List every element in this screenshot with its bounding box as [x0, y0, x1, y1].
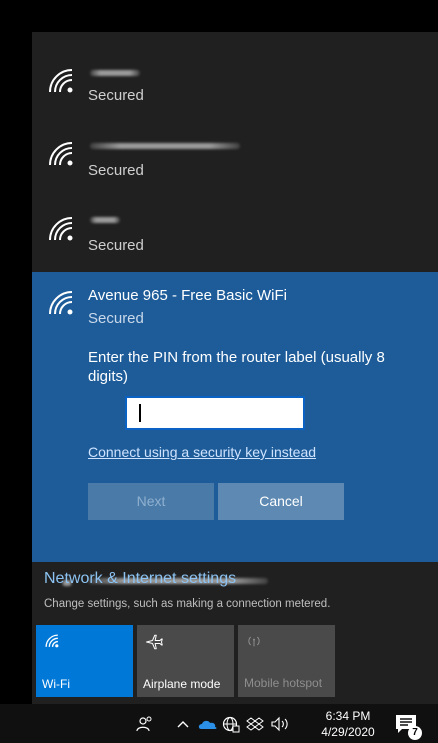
pin-input[interactable] [125, 396, 305, 430]
network-status: Secured [88, 162, 144, 179]
wifi-signal-icon [49, 291, 73, 315]
wifi-signal-icon [49, 69, 73, 93]
next-button[interactable]: Next [88, 483, 214, 520]
network-flyout: Secured Secured Secured Avenue 965 - Fre… [32, 32, 438, 704]
wifi-icon [45, 634, 59, 648]
volume-icon[interactable] [270, 715, 292, 733]
network-name: Avenue 965 - Free Basic WiFi [88, 287, 287, 304]
hotspot-icon [248, 636, 260, 647]
network-status: Secured [88, 310, 144, 327]
network-globe-icon[interactable] [222, 715, 240, 733]
wifi-signal-icon [49, 217, 73, 241]
tile-label: Airplane mode [143, 677, 221, 691]
taskbar: 6:34 PM 4/29/2020 7 [0, 704, 438, 743]
security-key-link[interactable]: Connect using a security key instead [88, 444, 316, 460]
network-item[interactable]: Secured [32, 42, 438, 117]
network-name-redacted [90, 217, 120, 223]
network-settings-link[interactable]: Network & Internet settings [44, 570, 236, 588]
wifi-signal-icon [49, 142, 73, 166]
clock-time: 6:34 PM [325, 709, 371, 723]
wifi-toggle-tile[interactable]: Wi-Fi [36, 625, 133, 697]
airplane-mode-tile[interactable]: Airplane mode [137, 625, 234, 697]
network-status: Secured [88, 87, 144, 104]
text-caret [139, 404, 141, 422]
network-status: Secured [88, 237, 144, 254]
notification-count-badge: 7 [408, 726, 422, 740]
chevron-up-icon[interactable] [176, 715, 190, 733]
pin-prompt: Enter the PIN from the router label (usu… [88, 349, 385, 385]
clock[interactable]: 6:34 PM 4/29/2020 [318, 708, 378, 740]
cancel-button[interactable]: Cancel [218, 483, 344, 520]
clock-date: 4/29/2020 [321, 725, 375, 739]
onedrive-icon[interactable] [198, 715, 218, 733]
network-item[interactable]: Secured [32, 117, 438, 192]
network-item[interactable]: Secured [32, 192, 438, 267]
dropbox-icon[interactable] [246, 715, 264, 733]
people-icon[interactable] [136, 715, 154, 733]
desktop-top-strip [0, 0, 438, 32]
airplane-icon [146, 634, 163, 650]
tile-label: Mobile hotspot [244, 676, 323, 690]
network-name-redacted [90, 143, 240, 149]
network-name-redacted [90, 70, 140, 76]
selected-network-panel: Avenue 965 - Free Basic WiFi Secured Ent… [32, 272, 438, 562]
tile-label: Wi-Fi [42, 677, 70, 691]
mobile-hotspot-tile[interactable]: Mobile hotspot [238, 625, 335, 697]
network-settings-description: Change settings, such as making a connec… [44, 598, 331, 610]
